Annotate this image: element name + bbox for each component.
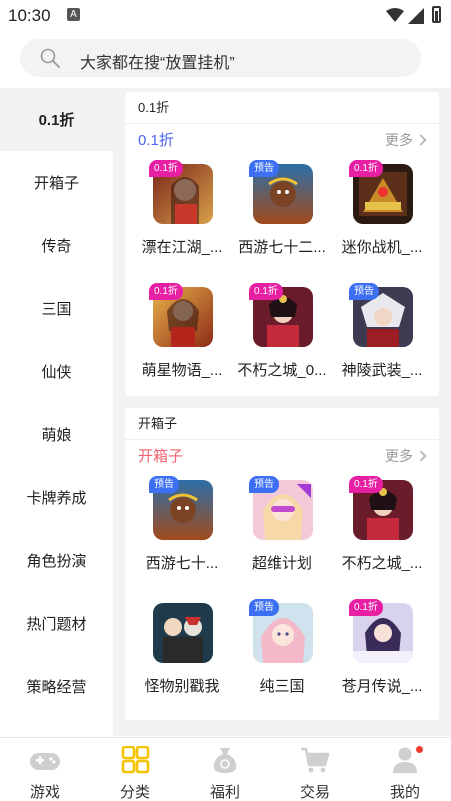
more-link[interactable]: 更多 xyxy=(385,130,427,150)
sidebar-item-xianxia[interactable]: 仙侠 xyxy=(0,340,113,403)
game-card[interactable]: 0.1折 不朽之城_0... xyxy=(233,277,331,392)
game-card[interactable]: 0.1折 不朽之城_... xyxy=(333,470,431,585)
game-card[interactable]: 0.1折 苍月传说_... xyxy=(333,593,431,708)
game-card[interactable]: 预告 超维计划 xyxy=(233,470,331,585)
tab-label: 交易 xyxy=(299,784,330,801)
game-name: 西游七十... xyxy=(145,555,219,572)
tab-label: 分类 xyxy=(119,784,150,801)
search-icon xyxy=(40,48,60,68)
preview-badge: 预告 xyxy=(349,283,379,300)
status-time: 10:30 xyxy=(8,6,51,25)
sidebar-item-0-1-discount[interactable]: 0.1折 xyxy=(0,88,113,151)
sidebar-item-moe[interactable]: 萌娘 xyxy=(0,403,113,466)
more-label: 更多 xyxy=(385,448,413,464)
section-open-box: 开箱子 开箱子 更多 预告 西游七十... 预告 超维计划 0.1折 不朽之城_… xyxy=(125,408,439,720)
sidebar-item-open-box[interactable]: 开箱子 xyxy=(0,151,113,214)
search-placeholder: 大家都在搜“放置挂机” xyxy=(80,55,235,72)
game-name: 不朽之城_... xyxy=(341,555,423,572)
notification-icon: A xyxy=(67,8,80,21)
tab-mine[interactable]: 我的 xyxy=(360,738,450,801)
game-card[interactable]: 预告 神陵武装_... xyxy=(333,277,431,392)
section-discount: 0.1折 0.1折 更多 0.1折 漂在江湖_... 预告 西游七十二... 0 xyxy=(125,92,439,396)
preview-badge: 预告 xyxy=(149,476,179,493)
tab-label: 游戏 xyxy=(29,784,60,801)
tab-label: 我的 xyxy=(389,784,420,801)
sidebar-item-card[interactable]: 卡牌养成 xyxy=(0,466,113,529)
bottom-tab-bar: 游戏 分类 福利 交易 我的 xyxy=(0,737,451,801)
more-link[interactable]: 更多 xyxy=(385,446,427,466)
signal-icon xyxy=(408,8,424,24)
search-input[interactable]: 大家都在搜“放置挂机” xyxy=(20,39,421,77)
preview-badge: 预告 xyxy=(249,599,279,616)
game-name: 西游七十二... xyxy=(238,239,326,256)
game-name: 苍月传说_... xyxy=(341,678,423,695)
tab-label: 福利 xyxy=(209,784,240,801)
game-card[interactable]: 0.1折 迷你战机_... xyxy=(333,154,431,269)
game-name: 纯三国 xyxy=(259,678,305,695)
section-header: 开箱子 xyxy=(125,408,439,440)
discount-badge: 0.1折 xyxy=(149,283,183,300)
game-name: 迷你战机_... xyxy=(341,239,423,256)
preview-badge: 预告 xyxy=(249,160,279,177)
game-name: 怪物别戳我 xyxy=(144,678,220,695)
section-subtitle: 0.1折 xyxy=(138,132,174,149)
chevron-right-icon xyxy=(415,450,427,462)
category-grid-icon xyxy=(121,746,150,774)
more-label: 更多 xyxy=(385,132,413,148)
game-card[interactable]: 预告 纯三国 xyxy=(233,593,331,708)
tab-games[interactable]: 游戏 xyxy=(0,738,90,801)
money-bag-icon xyxy=(213,748,237,773)
discount-badge: 0.1折 xyxy=(349,599,383,616)
game-card[interactable]: 预告 西游七十... xyxy=(133,470,231,585)
game-name: 萌星物语_... xyxy=(141,362,223,379)
category-sidebar: 0.1折 开箱子 传奇 三国 仙侠 萌娘 卡牌养成 角色扮演 热门题材 策略经营 xyxy=(0,88,113,736)
gamepad-icon xyxy=(30,753,60,770)
sidebar-item-legend[interactable]: 传奇 xyxy=(0,214,113,277)
chevron-right-icon xyxy=(415,134,427,146)
game-card[interactable]: 0.1折 漂在江湖_... xyxy=(133,154,231,269)
game-card[interactable]: 预告 西游七十二... xyxy=(233,154,331,269)
discount-badge: 0.1折 xyxy=(349,160,383,177)
status-bar: 10:30 A xyxy=(0,0,451,30)
discount-badge: 0.1折 xyxy=(249,283,283,300)
sidebar-item-three-kingdoms[interactable]: 三国 xyxy=(0,277,113,340)
discount-badge: 0.1折 xyxy=(149,160,183,177)
tab-category[interactable]: 分类 xyxy=(90,738,180,801)
notification-dot xyxy=(416,746,423,753)
sidebar-item-hot[interactable]: 热门题材 xyxy=(0,592,113,655)
section-subtitle: 开箱子 xyxy=(138,448,184,465)
sidebar-item-strategy[interactable]: 策略经营 xyxy=(0,655,113,718)
cart-icon xyxy=(301,747,330,773)
game-name: 神陵武装_... xyxy=(341,362,423,379)
battery-icon xyxy=(432,6,441,23)
discount-badge: 0.1折 xyxy=(349,476,383,493)
game-card[interactable]: 0.1折 萌星物语_... xyxy=(133,277,231,392)
game-name: 超维计划 xyxy=(251,555,312,572)
section-header: 0.1折 xyxy=(125,92,439,124)
preview-badge: 预告 xyxy=(249,476,279,493)
game-icon xyxy=(153,603,213,663)
tab-welfare[interactable]: 福利 xyxy=(180,738,270,801)
game-card[interactable]: 怪物别戳我 xyxy=(133,593,231,708)
category-content: 0.1折 0.1折 更多 0.1折 漂在江湖_... 预告 西游七十二... 0 xyxy=(113,88,451,736)
search-bar: 大家都在搜“放置挂机” xyxy=(0,30,451,86)
game-name: 不朽之城_0... xyxy=(237,362,327,379)
game-name: 漂在江湖_... xyxy=(141,239,223,256)
sidebar-item-rpg[interactable]: 角色扮演 xyxy=(0,529,113,592)
wifi-icon xyxy=(386,8,404,22)
tab-trade[interactable]: 交易 xyxy=(270,738,360,801)
